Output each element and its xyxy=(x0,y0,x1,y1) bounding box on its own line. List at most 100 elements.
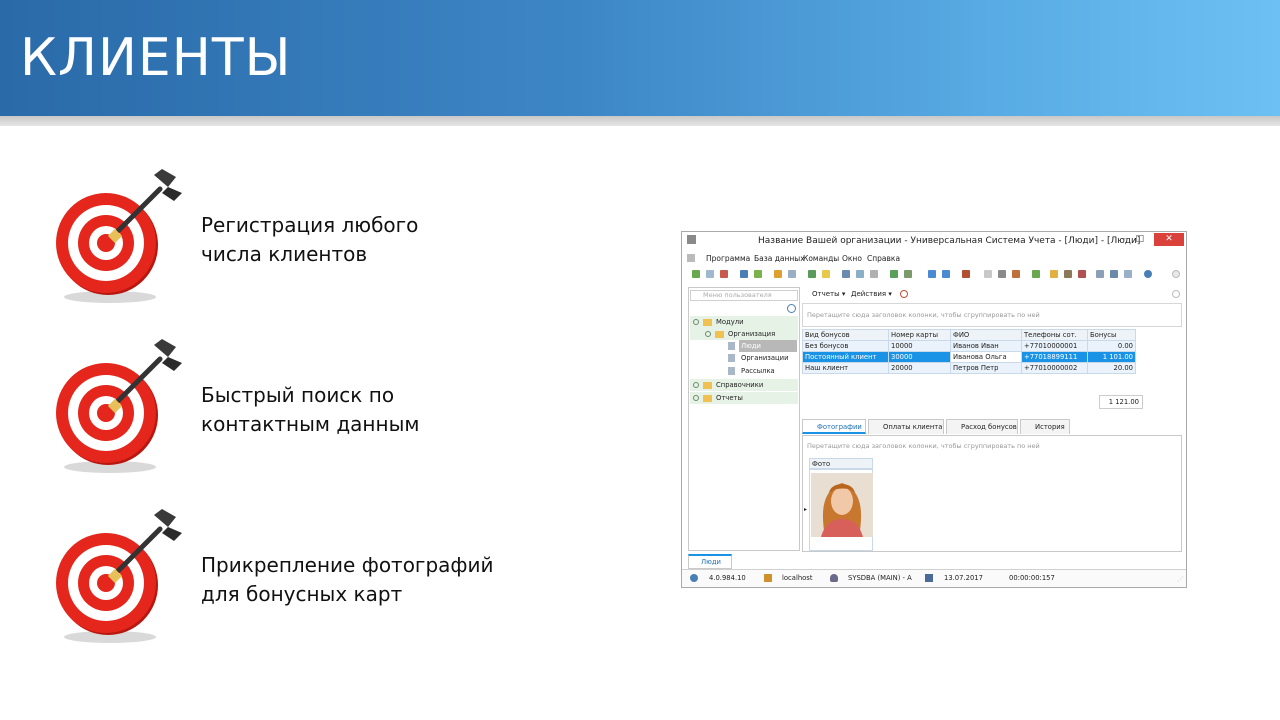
column-header[interactable]: Вид бонусов xyxy=(802,329,889,341)
search-icon[interactable] xyxy=(787,304,796,313)
table-row[interactable]: Без бонусов 10000 Иванов Иван +770100000… xyxy=(802,340,1136,352)
collapse-icon[interactable] xyxy=(693,319,699,325)
toolbar-icon[interactable] xyxy=(822,270,830,278)
toolbar-icon[interactable] xyxy=(692,270,700,278)
column-header[interactable]: Телефоны сот. xyxy=(1021,329,1088,341)
tree-label: Организации xyxy=(741,354,789,362)
feature-text-line2: числа клиентов xyxy=(201,242,368,266)
feature-item-1: Регистрация любого числа клиентов xyxy=(50,165,610,305)
tab-client-payments[interactable]: Оплаты клиента xyxy=(868,419,944,434)
toolbar-icon[interactable] xyxy=(842,270,850,278)
toolbar-icon[interactable] xyxy=(788,270,796,278)
lock-icon[interactable] xyxy=(1050,270,1058,278)
chevron-down-icon[interactable] xyxy=(1172,290,1180,298)
expand-icon[interactable] xyxy=(693,382,699,388)
group-by-area[interactable]: Перетащите сюда заголовок колонки, чтобы… xyxy=(802,303,1182,327)
toolbar-icon[interactable] xyxy=(856,270,864,278)
maximize-icon[interactable]: □ xyxy=(1135,234,1144,244)
menu-item-commands[interactable]: Команды xyxy=(803,254,839,263)
photo-group-by-area[interactable]: Перетащите сюда заголовок колонки, чтобы… xyxy=(807,442,1040,450)
toolbar-icon[interactable] xyxy=(1012,270,1020,278)
toolbar-icon[interactable] xyxy=(870,270,878,278)
banner-divider xyxy=(0,116,1280,126)
table-cell[interactable]: Без бонусов xyxy=(802,340,889,352)
toolbar-icon[interactable] xyxy=(942,270,950,278)
toolbar-icon[interactable] xyxy=(890,270,898,278)
close-button[interactable]: ✕ xyxy=(1154,233,1184,246)
feature-item-2: Быстрый поиск по контактным данным xyxy=(50,335,610,475)
menu-item-help[interactable]: Справка xyxy=(867,254,900,263)
table-icon xyxy=(728,367,735,375)
actions-dropdown[interactable]: Действия ▾ xyxy=(851,290,892,298)
people-grid-panel: Отчеты ▾ Действия ▾ Перетащите сюда заго… xyxy=(802,287,1182,407)
print-icon[interactable] xyxy=(1110,270,1118,278)
toolbar-icon[interactable] xyxy=(1078,270,1086,278)
toolbar-icon[interactable] xyxy=(984,270,992,278)
toolbar-icon[interactable] xyxy=(904,270,912,278)
menu-search-input[interactable]: Меню пользователя xyxy=(690,290,798,301)
tree-item-organization[interactable]: Организация xyxy=(690,328,798,340)
table-cell[interactable]: 10000 xyxy=(888,340,951,352)
table-cell[interactable]: 20.00 xyxy=(1087,362,1136,374)
toolbar-icon[interactable] xyxy=(720,270,728,278)
chevron-down-icon[interactable] xyxy=(1172,270,1180,278)
resize-grip-icon[interactable]: ⋰ xyxy=(1177,576,1183,583)
search-icon[interactable] xyxy=(740,270,748,278)
table-cell[interactable]: Иванов Иван xyxy=(950,340,1022,352)
table-cell[interactable]: Иванова Ольга xyxy=(950,351,1022,363)
table-cell[interactable]: 20000 xyxy=(888,362,951,374)
column-header[interactable]: ФИО xyxy=(950,329,1022,341)
table-row[interactable]: Наш клиент 20000 Петров Петр +7701000000… xyxy=(802,362,1136,374)
table-cell[interactable]: Петров Петр xyxy=(950,362,1022,374)
toolbar-icon[interactable] xyxy=(808,270,816,278)
detail-tabs: Фотографии Оплаты клиента Расход бонусов… xyxy=(802,419,1182,434)
tree-item-mailing[interactable]: Рассылка xyxy=(690,365,798,377)
filter-icon[interactable] xyxy=(774,270,782,278)
table-cell[interactable]: 0.00 xyxy=(1087,340,1136,352)
toolbar-icon[interactable] xyxy=(928,270,936,278)
column-header[interactable]: Бонусы xyxy=(1087,329,1136,341)
toolbar-icon[interactable] xyxy=(1096,270,1104,278)
toolbar-icon[interactable] xyxy=(962,270,970,278)
toolbar-icon[interactable] xyxy=(1032,270,1040,278)
menu-item-window[interactable]: Окно xyxy=(842,254,862,263)
table-cell[interactable]: Постоянный клиент xyxy=(802,351,889,363)
reports-dropdown[interactable]: Отчеты ▾ xyxy=(812,290,845,298)
tree-item-directories[interactable]: Справочники xyxy=(690,379,798,391)
window-titlebar: Название Вашей организации - Универсальн… xyxy=(682,232,1186,249)
refresh-icon[interactable] xyxy=(900,290,908,298)
table-cell[interactable]: 1 101.00 xyxy=(1087,351,1136,363)
tree-item-people[interactable]: Люди xyxy=(690,340,798,352)
expand-icon[interactable] xyxy=(693,395,699,401)
table-cell[interactable]: +77018899111 xyxy=(1021,351,1088,363)
menu-item-program[interactable]: Программа xyxy=(706,254,750,263)
toolbar-icon[interactable] xyxy=(998,270,1006,278)
tab-people[interactable]: Люди xyxy=(688,554,732,569)
table-cell[interactable]: 30000 xyxy=(888,351,951,363)
tree-item-reports[interactable]: Отчеты xyxy=(690,392,798,404)
info-icon[interactable] xyxy=(1144,270,1152,278)
photo-column-header[interactable]: Фото xyxy=(809,458,873,469)
tree-label: Люди xyxy=(739,340,797,352)
menu-item-database[interactable]: База данных xyxy=(754,254,805,263)
tab-bonus-spending[interactable]: Расход бонусов xyxy=(946,419,1018,434)
toolbar-icon[interactable] xyxy=(706,270,714,278)
app-icon xyxy=(687,235,696,244)
minimize-icon[interactable]: – xyxy=(1122,234,1127,244)
table-cell[interactable]: Наш клиент xyxy=(802,362,889,374)
window-title: Название Вашей организации - Универсальн… xyxy=(758,236,1141,246)
folder-icon xyxy=(703,319,712,326)
table-row[interactable]: Постоянный клиент 30000 Иванова Ольга +7… xyxy=(802,351,1136,363)
toolbar-icon[interactable] xyxy=(1124,270,1132,278)
tab-history[interactable]: История xyxy=(1020,419,1070,434)
photo-cell[interactable] xyxy=(809,469,873,551)
toolbar-icon[interactable] xyxy=(754,270,762,278)
table-cell[interactable]: +77010000002 xyxy=(1021,362,1088,374)
column-header[interactable]: Номер карты xyxy=(888,329,951,341)
table-cell[interactable]: +77010000001 xyxy=(1021,340,1088,352)
tree-item-modules[interactable]: Модули xyxy=(690,316,798,328)
tab-photos[interactable]: Фотографии xyxy=(802,419,866,434)
collapse-icon[interactable] xyxy=(705,331,711,337)
toolbar-icon[interactable] xyxy=(1064,270,1072,278)
tree-item-organizations[interactable]: Организации xyxy=(690,352,798,364)
